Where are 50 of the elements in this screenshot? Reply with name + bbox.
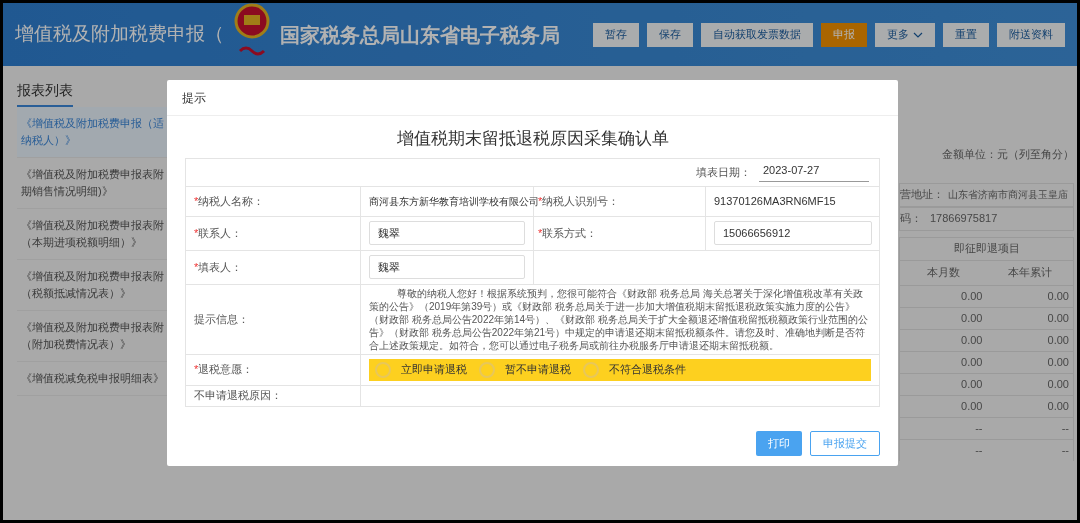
radio-option[interactable]: 不符合退税条件 <box>583 361 686 378</box>
table-cell-text: 0.00 <box>960 332 984 348</box>
page-title: 增值税及附加税费申报（ <box>15 22 224 47</box>
radio-option[interactable]: 暂不申请退税 <box>479 361 571 378</box>
field-label: *纳税人识别号： <box>538 193 620 209</box>
chevron-icon <box>913 30 923 39</box>
table-cell-text: 0.00 <box>960 288 984 304</box>
column-header: 本月数 <box>925 265 961 281</box>
table-cell-text: -- <box>1060 420 1070 436</box>
address-text: 山东省济南市商河县玉皇庙 <box>948 188 1068 202</box>
table-cell-text: -- <box>974 442 984 458</box>
table-cell-text: 0.00 <box>1046 398 1070 414</box>
section-heading: 即征即退项目 <box>953 241 1020 257</box>
input-field[interactable]: 魏翠 <box>369 255 525 279</box>
table-cell-text: 0.00 <box>960 398 984 414</box>
phone-text: 17866975817 <box>930 211 998 227</box>
table-cell-text: 0.00 <box>1046 376 1070 392</box>
table-cell-text: 0.00 <box>1046 310 1070 326</box>
input-field[interactable]: 15066656912 <box>714 221 872 245</box>
table-cell-text: 0.00 <box>1046 288 1070 304</box>
dialog-button[interactable]: 打印 <box>756 431 802 456</box>
radio-option[interactable]: 立即申请退税 <box>375 361 467 378</box>
toolbar-button[interactable]: 保存 <box>647 22 693 47</box>
dialog-button[interactable]: 申报提交 <box>810 431 880 456</box>
toolbar-button[interactable]: 附送资料 <box>997 22 1065 47</box>
dialog-title: 提示 <box>182 89 206 107</box>
table-cell-text: 0.00 <box>1046 354 1070 370</box>
taxpayer-name: 商河县东方新华教育培训学校有限公司 <box>369 194 539 209</box>
taxpayer-id: 91370126MA3RN6MF15 <box>714 193 836 209</box>
table-cell-text: -- <box>1060 442 1070 458</box>
field-label: 码： <box>900 211 922 227</box>
logo-text: 国家税务总局山东省电子税务局 <box>280 22 560 48</box>
toolbar-button[interactable]: 自动获取发票数据 <box>701 22 813 47</box>
date-field[interactable]: 2023-07-27 <box>759 162 869 182</box>
field-label: 填表日期： <box>696 164 751 180</box>
table-cell-text: 0.00 <box>960 310 984 326</box>
table-cell-text: 0.00 <box>960 354 984 370</box>
table-cell-text: 0.00 <box>1046 332 1070 348</box>
field-label: 营地址： <box>900 187 944 203</box>
notice-text: 尊敬的纳税人您好！根据系统预判，您很可能符合《财政部 税务总局 海关总署关于深化增值税改革有关政策的公告》（2019年第39号）或《财政部 税务总局关于进一步加大增值税期末留抵退税政策实施力度的公告》（财政部 税务总局公告2022年第14号）、《财政部 税务总局关于扩大全额退还增值税留抵税额政策行业范围的公告》（财政部 税务总局公告2022年第21号）中规定的申请退还期末留抵税额条件。请您及时、准确地判断是否符合上述政策规定。如符合，您可以通过电子税务局或前往办税服务厅申请退还期末留抵税额。 <box>369 286 869 352</box>
toolbar-button[interactable]: 暂存 <box>593 22 639 47</box>
form-title: 增值税期末留抵退税原因采集确认单 <box>395 128 670 150</box>
toolbar-button[interactable]: 重置 <box>943 22 989 47</box>
column-header: 本年累计 <box>1006 265 1053 281</box>
field-label: *联系方式： <box>538 225 598 241</box>
table-cell-text: 0.00 <box>960 376 984 392</box>
toolbar-button[interactable]: 更多 <box>875 22 935 47</box>
unit-note: 金额单位：元（列至角分） <box>941 147 1074 162</box>
table-cell-text: -- <box>974 420 984 436</box>
input-field[interactable]: 魏翠 <box>369 221 525 245</box>
